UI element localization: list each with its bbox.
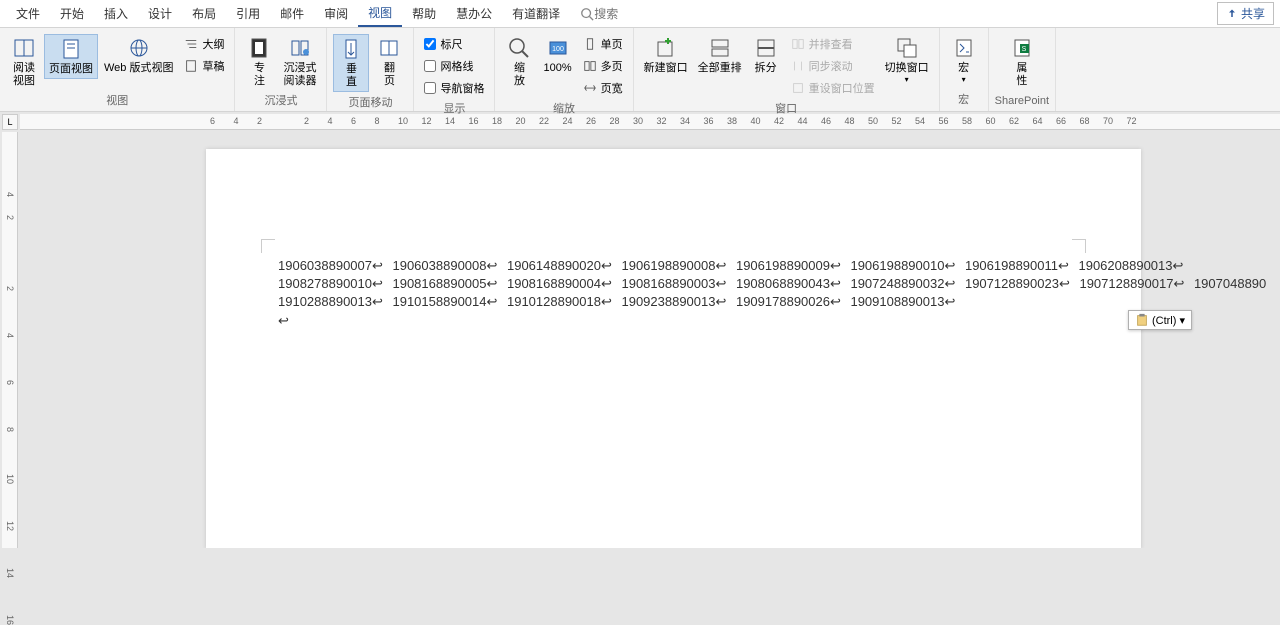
page-width-button[interactable]: 页宽 [578, 78, 627, 98]
share-icon [1226, 8, 1238, 20]
text-line[interactable]: 1910288890013↩ 1910158890014↩ 1910128890… [278, 293, 1069, 311]
side-by-side-icon [790, 36, 806, 52]
focus-button[interactable]: 专 注 [241, 34, 277, 90]
vertical-button[interactable]: 垂 直 [333, 34, 369, 92]
document-workspace[interactable]: 1906038890007↩ 1906038890008↩ 1906148890… [20, 132, 1280, 548]
reset-window-button: 重设窗口位置 [786, 78, 879, 98]
multi-page-button[interactable]: 多页 [578, 56, 627, 76]
document-page[interactable]: 1906038890007↩ 1906038890008↩ 1906148890… [206, 149, 1141, 548]
text-line[interactable]: 1906038890007↩ 1906038890008↩ 1906148890… [278, 257, 1069, 275]
dropdown-icon: ▾ [962, 75, 966, 84]
dropdown-icon: ▾ [905, 75, 909, 84]
print-layout-icon [59, 37, 83, 61]
immersive-group-label: 沉浸式 [264, 90, 297, 110]
single-page-icon [582, 36, 598, 52]
gridlines-checkbox[interactable]: 网格线 [420, 56, 488, 76]
read-mode-button[interactable]: 阅读 视图 [6, 34, 42, 90]
menu-view[interactable]: 视图 [358, 0, 402, 27]
web-layout-icon [127, 36, 151, 60]
page-move-group-label: 页面移动 [348, 92, 392, 112]
sync-scroll-button: 同步滚动 [786, 56, 879, 76]
views-group-label: 视图 [106, 90, 128, 110]
svg-text:S: S [1022, 46, 1027, 53]
text-line[interactable]: 1908278890010↩ 1908168890005↩ 1908168890… [278, 275, 1069, 293]
menu-mailings[interactable]: 邮件 [270, 1, 314, 26]
multi-page-icon [582, 58, 598, 74]
margin-marker-tr [1072, 239, 1086, 253]
horizontal-ruler[interactable]: 6422468101214161820222426283032343638404… [20, 114, 1280, 130]
new-window-button[interactable]: 新建窗口 [640, 34, 692, 77]
menu-design[interactable]: 设计 [138, 1, 182, 26]
zoom-100-button[interactable]: 100 100% [539, 34, 575, 77]
menu-help[interactable]: 帮助 [402, 1, 446, 26]
side-by-side-button: 并排查看 [786, 34, 879, 54]
arrange-all-icon [708, 36, 732, 60]
split-button[interactable]: 拆分 [748, 34, 784, 77]
flip-button[interactable]: 翻 页 [371, 34, 407, 90]
menu-huioffice[interactable]: 慧办公 [446, 1, 502, 26]
draft-icon [183, 58, 199, 74]
vertical-ruler[interactable]: 42246810121416 [2, 132, 18, 548]
sync-scroll-icon [790, 58, 806, 74]
properties-button[interactable]: S 属 性 [1004, 34, 1040, 90]
menu-references[interactable]: 引用 [226, 1, 270, 26]
split-icon [754, 36, 778, 60]
text-cursor: ↩ [278, 312, 1069, 330]
read-mode-icon [12, 36, 36, 60]
ruler-corner[interactable]: L [2, 114, 18, 130]
navpane-checkbox[interactable]: 导航窗格 [420, 78, 488, 98]
page-width-icon [582, 80, 598, 96]
outline-button[interactable]: 大纲 [179, 34, 228, 54]
new-window-icon [654, 36, 678, 60]
outline-icon [183, 36, 199, 52]
macros-icon [952, 36, 976, 60]
menu-layout[interactable]: 布局 [182, 1, 226, 26]
single-page-button[interactable]: 单页 [578, 34, 627, 54]
draft-button[interactable]: 草稿 [179, 56, 228, 76]
macros-group-label: 宏 [958, 89, 969, 109]
menu-home[interactable]: 开始 [50, 1, 94, 26]
immersive-reader-icon [288, 36, 312, 60]
menu-insert[interactable]: 插入 [94, 1, 138, 26]
document-body[interactable]: 1906038890007↩ 1906038890008↩ 1906148890… [206, 149, 1141, 350]
svg-text:100: 100 [552, 46, 564, 53]
web-layout-button[interactable]: Web 版式视图 [100, 34, 177, 77]
paste-options-button[interactable]: (Ctrl) ▾ [1128, 310, 1192, 330]
print-layout-button[interactable]: 页面视图 [44, 34, 98, 79]
zoom-icon [507, 36, 531, 60]
switch-window-icon [895, 36, 919, 60]
sharepoint-icon: S [1010, 36, 1034, 60]
zoom-button[interactable]: 缩 放 [501, 34, 537, 90]
menu-youdao[interactable]: 有道翻译 [502, 1, 570, 26]
menu-file[interactable]: 文件 [6, 1, 50, 26]
share-button[interactable]: 共享 [1217, 2, 1274, 25]
sharepoint-group-label: SharePoint [995, 93, 1049, 109]
focus-icon [247, 36, 271, 60]
menu-review[interactable]: 审阅 [314, 1, 358, 26]
arrange-all-button[interactable]: 全部重排 [694, 34, 746, 77]
vertical-icon [339, 37, 363, 61]
margin-marker-tl [261, 239, 275, 253]
search-icon [580, 7, 594, 21]
flip-icon [377, 36, 401, 60]
search-input[interactable] [594, 7, 694, 21]
reset-window-icon [790, 80, 806, 96]
paste-icon [1135, 313, 1149, 327]
ruler-checkbox[interactable]: 标尺 [420, 34, 488, 54]
macros-button[interactable]: 宏 ▾ [946, 34, 982, 86]
immersive-reader-button[interactable]: 沉浸式 阅读器 [279, 34, 320, 90]
zoom-100-icon: 100 [546, 36, 570, 60]
switch-window-button[interactable]: 切换窗口 ▾ [881, 34, 933, 86]
